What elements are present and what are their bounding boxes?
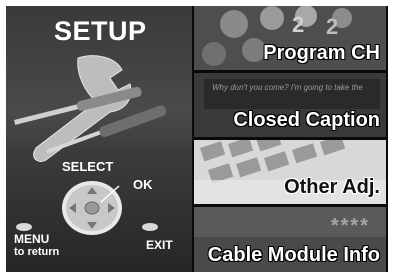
exit-button-icon [142, 223, 158, 231]
menu-item-cable-module-info[interactable]: **** Cable Module Info [194, 207, 386, 272]
menu-item-label: Other Adj. [284, 176, 380, 198]
menu-item-program-ch[interactable]: 2 2 Program CH [194, 6, 386, 70]
setup-screen: SETUP SELECT OK MENU to return EXIT 2 2 … [6, 6, 388, 272]
svg-text:2: 2 [326, 14, 338, 39]
menu-item-label: Closed Caption [233, 109, 380, 131]
wrench-screwdriver-icon [14, 55, 167, 163]
ok-label: OK [133, 177, 153, 192]
select-label: SELECT [62, 159, 114, 174]
caption-sample-text: Why don't you come? I'm going to take th… [212, 83, 363, 92]
menu-item-other-adj[interactable]: Other Adj. [194, 140, 386, 204]
dpad-icon [62, 181, 122, 235]
exit-label: EXIT [146, 238, 173, 252]
menu-item-label: Cable Module Info [207, 244, 380, 266]
menu-button-icon [16, 223, 32, 231]
menu-item-closed-caption[interactable]: Why don't you come? I'm going to take th… [194, 73, 386, 137]
page-title: SETUP [54, 16, 147, 46]
masked-text: **** [330, 215, 370, 237]
menu-label: MENU [14, 232, 50, 246]
menu-return-label: to return [14, 246, 60, 258]
svg-text:2: 2 [292, 12, 304, 37]
menu-item-label: Program CH [263, 42, 380, 64]
setup-panel: SETUP SELECT OK MENU to return EXIT [6, 6, 192, 272]
